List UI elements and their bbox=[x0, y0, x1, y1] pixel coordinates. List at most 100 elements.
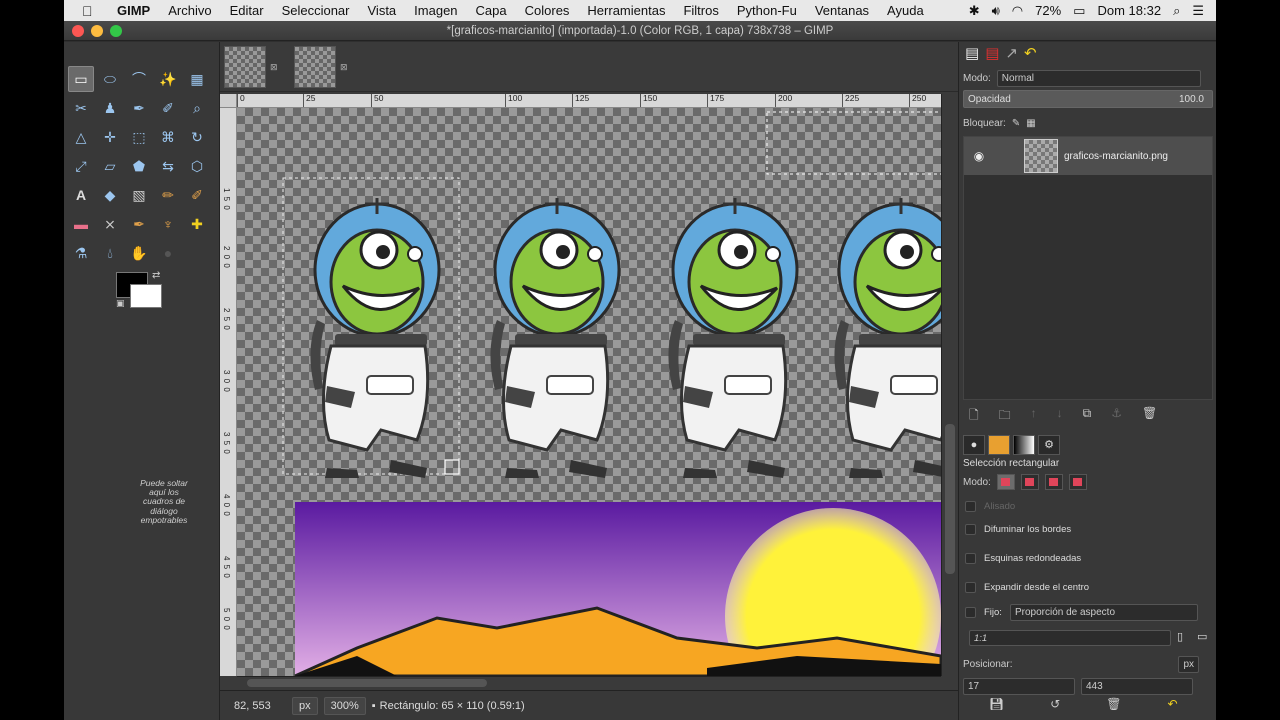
image-tab-active[interactable] bbox=[224, 46, 266, 88]
brushes-tab-icon[interactable]: ● bbox=[963, 435, 985, 455]
selection-resize-handle[interactable] bbox=[444, 459, 460, 475]
menu-ayuda[interactable]: Ayuda bbox=[878, 3, 933, 18]
bluetooth-icon[interactable]: ✱ bbox=[969, 3, 980, 19]
zoom-window-button[interactable] bbox=[110, 25, 122, 37]
raise-layer-icon[interactable]: ↑ bbox=[1031, 406, 1037, 427]
position-x-input[interactable]: 17 bbox=[963, 678, 1075, 695]
vertical-scroll-thumb[interactable] bbox=[945, 424, 955, 574]
layer-row[interactable]: ◉ graficos-marcianito.png bbox=[964, 137, 1212, 175]
rect-select-tool-icon[interactable]: ▭ bbox=[68, 66, 94, 92]
menu-ventanas[interactable]: Ventanas bbox=[806, 3, 878, 18]
blend-tool-icon[interactable]: ▧ bbox=[126, 182, 152, 208]
aspect-ratio-input[interactable]: 1:1 bbox=[969, 630, 1171, 646]
fuzzy-select-tool-icon[interactable]: ✨ bbox=[155, 66, 181, 92]
undo-history-tab-icon[interactable]: ↶ bbox=[1024, 44, 1037, 62]
paintbrush-tool-icon[interactable]: ✐ bbox=[184, 182, 210, 208]
new-layer-group-icon[interactable]: 🗀︎ bbox=[999, 406, 1011, 427]
zoom-selector[interactable]: 300% bbox=[323, 696, 366, 715]
cage-tool-icon[interactable]: ⬡ bbox=[184, 153, 210, 179]
menu-archivo[interactable]: Archivo bbox=[159, 3, 220, 18]
menu-capa[interactable]: Capa bbox=[467, 3, 516, 18]
menu-colores[interactable]: Colores bbox=[516, 3, 579, 18]
reset-options-icon[interactable]: ↶ bbox=[1168, 697, 1178, 711]
lower-layer-icon[interactable]: ↓ bbox=[1057, 406, 1063, 427]
ink-tool-icon[interactable]: ✒ bbox=[126, 211, 152, 237]
default-colors-icon[interactable]: ▣ bbox=[116, 298, 125, 309]
zoom-tool-icon[interactable]: ⌕ bbox=[184, 95, 210, 121]
background-color-swatch[interactable] bbox=[130, 284, 162, 308]
swap-colors-icon[interactable]: ⇄ bbox=[152, 270, 160, 281]
patterns-tab-icon[interactable] bbox=[988, 435, 1010, 455]
shear-tool-icon[interactable]: ▱ bbox=[97, 153, 123, 179]
scale-tool-icon[interactable]: ⤢ bbox=[68, 153, 94, 179]
paths-tool-icon[interactable]: ✒ bbox=[126, 95, 152, 121]
foreground-select-tool-icon[interactable]: ♟ bbox=[97, 95, 123, 121]
ruler-corner[interactable] bbox=[220, 94, 237, 108]
position-y-input[interactable]: 443 bbox=[1081, 678, 1193, 695]
menu-vista[interactable]: Vista bbox=[359, 3, 406, 18]
color-picker-tool-icon[interactable]: ✐ bbox=[155, 95, 181, 121]
landscape-icon[interactable]: ▭ bbox=[1197, 630, 1207, 643]
heal-tool-icon[interactable]: ✚ bbox=[184, 211, 210, 237]
menu-herramientas[interactable]: Herramientas bbox=[578, 3, 674, 18]
dodge-burn-tool-icon[interactable]: ● bbox=[155, 240, 181, 266]
scissors-select-tool-icon[interactable]: ✂ bbox=[68, 95, 94, 121]
pencil-tool-icon[interactable]: ✏ bbox=[155, 182, 181, 208]
perspective-clone-tool-icon[interactable]: ⚗ bbox=[68, 240, 94, 266]
blur-tool-icon[interactable]: 💧︎ bbox=[97, 240, 123, 266]
bucket-fill-tool-icon[interactable]: ◆ bbox=[97, 182, 123, 208]
smudge-tool-icon[interactable]: ✋ bbox=[126, 240, 152, 266]
gradients-tab-icon[interactable] bbox=[1013, 435, 1035, 455]
mode-intersect-icon[interactable] bbox=[1068, 474, 1087, 490]
image-canvas[interactable] bbox=[237, 108, 941, 676]
channels-tab-icon[interactable]: ▤ bbox=[985, 44, 999, 62]
position-unit-select[interactable]: px bbox=[1178, 656, 1199, 673]
close-tab-icon[interactable]: ⊠ bbox=[270, 62, 278, 73]
battery-icon[interactable]: ▭ bbox=[1073, 3, 1085, 19]
perspective-tool-icon[interactable]: ⬟ bbox=[126, 153, 152, 179]
vertical-scrollbar[interactable] bbox=[941, 94, 958, 676]
ellipse-select-tool-icon[interactable]: ⬭ bbox=[97, 66, 123, 92]
select-by-color-tool-icon[interactable]: ▦ bbox=[184, 66, 210, 92]
fixed-mode-select[interactable]: Proporción de aspecto bbox=[1009, 604, 1198, 621]
opacity-slider[interactable]: Opacidad 100.0 bbox=[963, 90, 1213, 108]
spotlight-search-icon[interactable]: ⌕ bbox=[1173, 3, 1180, 19]
clock[interactable]: Dom 18:32 bbox=[1097, 3, 1161, 18]
delete-layer-icon[interactable]: 🗑︎ bbox=[1142, 406, 1157, 427]
layer-name[interactable]: graficos-marcianito.png bbox=[1064, 151, 1168, 162]
portrait-icon[interactable]: ▯ bbox=[1177, 630, 1183, 643]
vertical-ruler[interactable]: 1 5 0 2 0 0 2 5 0 3 0 0 3 5 0 4 0 0 4 5 … bbox=[220, 108, 237, 676]
delete-options-icon[interactable]: 🗑︎ bbox=[1106, 697, 1121, 711]
free-select-tool-icon[interactable]: ⌒ bbox=[126, 66, 152, 92]
fixed-checkbox[interactable]: Fijo: Proporción de aspecto bbox=[965, 604, 1198, 621]
clone-tool-icon[interactable]: ♆ bbox=[155, 211, 181, 237]
mode-add-icon[interactable] bbox=[1020, 474, 1039, 490]
eraser-tool-icon[interactable]: ▬ bbox=[68, 211, 94, 237]
volume-icon[interactable]: 🔊︎ bbox=[992, 3, 1000, 19]
menu-python-fu[interactable]: Python-Fu bbox=[728, 3, 806, 18]
notifications-icon[interactable]: ☰ bbox=[1192, 3, 1204, 19]
apple-icon[interactable]:  bbox=[82, 3, 98, 19]
horizontal-scrollbar[interactable] bbox=[237, 676, 941, 688]
menu-filtros[interactable]: Filtros bbox=[674, 3, 727, 18]
lock-alpha-icon[interactable]: ▦ bbox=[1026, 118, 1035, 129]
rotate-tool-icon[interactable]: ↻ bbox=[184, 124, 210, 150]
horizontal-scroll-thumb[interactable] bbox=[247, 679, 487, 687]
rounded-corners-checkbox[interactable]: Esquinas redondeadas bbox=[965, 553, 1081, 564]
antialias-checkbox[interactable]: Alisado bbox=[965, 501, 1015, 512]
close-window-button[interactable] bbox=[72, 25, 84, 37]
new-layer-icon[interactable]: 🗋︎ bbox=[969, 406, 979, 427]
battery-percent[interactable]: 72% bbox=[1035, 3, 1061, 18]
layers-tab-icon[interactable]: ▤ bbox=[965, 44, 979, 62]
layer-visibility-eye-icon[interactable]: ◉ bbox=[964, 149, 994, 163]
restore-options-icon[interactable]: ↺ bbox=[1050, 697, 1060, 711]
move-tool-icon[interactable]: ✛ bbox=[97, 124, 123, 150]
mode-replace-icon[interactable] bbox=[996, 474, 1015, 490]
menu-app[interactable]: GIMP bbox=[108, 3, 159, 18]
anchor-layer-icon[interactable]: ⚓︎ bbox=[1111, 406, 1122, 427]
save-options-icon[interactable]: 💾︎ bbox=[989, 697, 1004, 711]
unit-selector[interactable]: px bbox=[292, 696, 318, 715]
menu-editar[interactable]: Editar bbox=[221, 3, 273, 18]
layer-mode-select[interactable]: Normal bbox=[996, 70, 1201, 87]
expand-center-checkbox[interactable]: Expandir desde el centro bbox=[965, 582, 1089, 593]
